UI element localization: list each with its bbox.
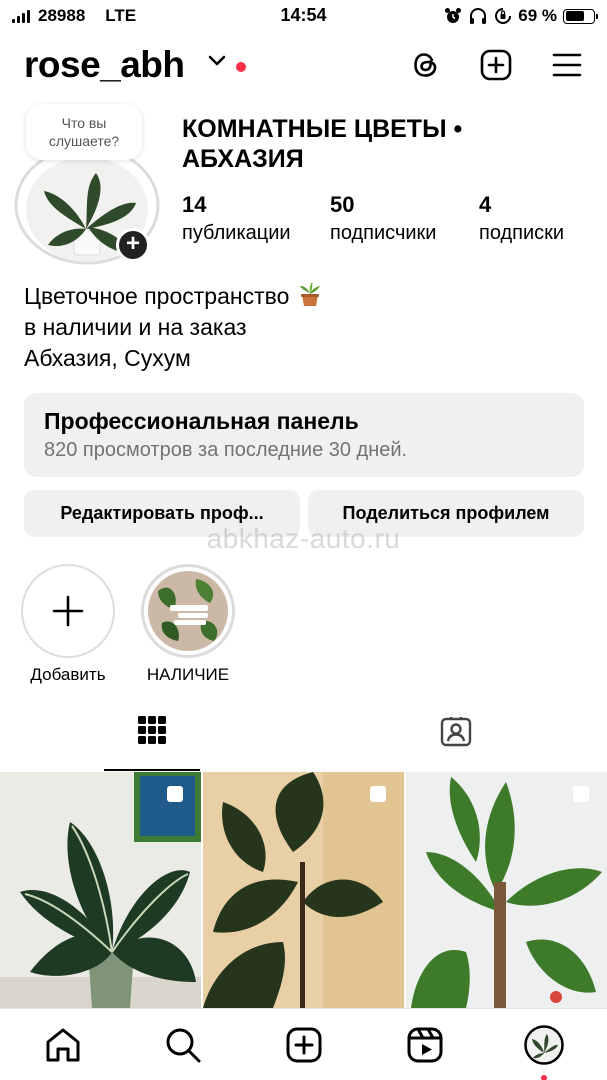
profile-full-name: КОМНАТНЫЕ ЦВЕТЫ • АБХАЗИЯ [182,115,463,173]
orientation-lock-icon [495,8,512,24]
multi-post-icon [167,786,183,802]
multi-post-icon [573,786,589,802]
alarm-icon [445,8,462,23]
add-highlight-circle [21,564,115,658]
status-bar: 28988 LTE 14:54 69 % [0,0,607,32]
watermark: abkhaz-auto.ru [206,523,401,554]
posts-grid [0,772,607,1008]
plus-icon [52,595,84,627]
profile-avatar[interactable] [524,1025,564,1065]
potted-plant-icon [299,282,320,306]
reels-icon[interactable] [405,1025,445,1065]
notification-dot [236,62,246,72]
highlight-nalichie-label: НАЛИЧИЕ [146,665,230,684]
highlight-cover [141,564,235,658]
search-icon[interactable] [163,1025,203,1065]
tagged-icon [440,717,472,747]
battery-percent: 69 % [518,6,557,25]
post-thumbnail[interactable] [406,772,607,1008]
bio-line-3: Абхазия, Сухум [24,345,191,371]
stat-followers-count: 50 [330,192,355,217]
tab-tagged[interactable] [406,715,506,770]
tab-posts-grid[interactable] [102,715,202,770]
chevron-down-icon[interactable] [207,54,227,68]
battery-icon [563,8,598,24]
bio-line-1: Цветочное пространство [24,283,290,309]
grid-icon [138,716,166,744]
highlight-add-label: Добавить [30,665,106,684]
multi-post-icon [370,786,386,802]
note-bubble[interactable]: Что вы слушаете? [26,104,142,160]
menu-icon[interactable] [550,48,584,82]
new-post-icon[interactable] [479,48,513,82]
highlight-plant-image [148,571,228,651]
bio-line-2: в наличии и на заказ [24,314,247,340]
active-tab-indicator [104,769,200,771]
note-text: Что вы слушаете? [48,115,120,149]
post-image-alocasia [0,772,201,1008]
threads-icon[interactable] [409,48,443,82]
stat-followers-label: подписчики [330,222,437,244]
bottom-navigation [0,1008,607,1080]
pro-panel-title: Профессиональная панель [44,408,359,434]
stat-followers[interactable]: 50 подписчики [330,192,436,248]
stat-following-count: 4 [479,192,492,217]
home-icon[interactable] [43,1025,83,1065]
profile-notification-dot [541,1075,547,1080]
status-right: 69 % [444,6,598,26]
create-icon[interactable] [284,1025,324,1065]
highlight-nalichie[interactable]: НАЛИЧИЕ [141,564,235,686]
post-image-ficus [203,772,404,1008]
stat-following[interactable]: 4 подписки [479,192,564,248]
add-story-icon[interactable]: + [116,228,150,262]
highlight-add[interactable]: Добавить [21,564,115,686]
username[interactable]: rose_abh [24,44,185,86]
profile-bio: Цветочное пространство в наличии и на за… [24,280,324,374]
pro-panel-subtitle: 820 просмотров за последние 30 дней. [44,439,408,461]
post-thumbnail[interactable] [0,772,201,1008]
professional-dashboard[interactable]: Профессиональная панель 820 просмотров з… [24,393,584,477]
stat-posts[interactable]: 14 публикации [182,192,291,248]
headphones-icon [470,8,487,24]
post-image-philodendron [406,772,607,1008]
stat-posts-count: 14 [182,192,207,217]
profile-header: rose_abh [24,40,584,94]
post-thumbnail[interactable] [203,772,404,1008]
stat-posts-label: публикации [182,222,291,244]
stat-following-label: подписки [479,222,565,244]
